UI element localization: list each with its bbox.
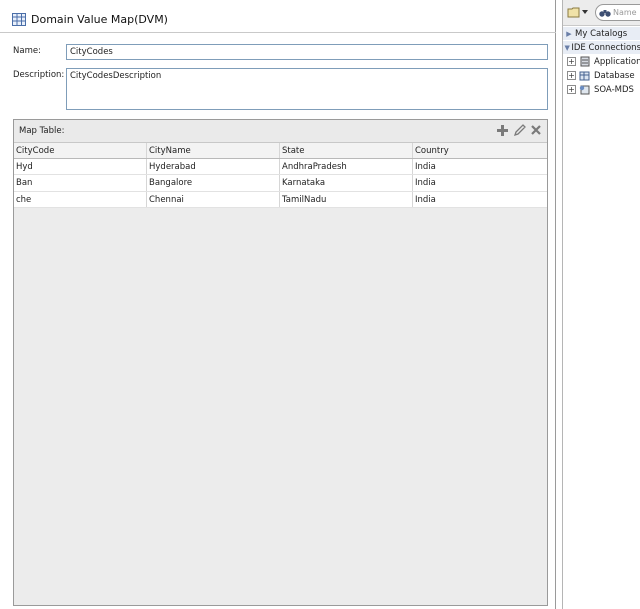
table-cell[interactable]: AndhraPradesh (280, 158, 413, 174)
map-table-header: Map Table: (14, 120, 547, 142)
table-cell[interactable]: India (413, 159, 547, 175)
table-cell[interactable]: Karnataka (280, 175, 413, 191)
description-field[interactable]: CityCodesDescription (66, 68, 548, 110)
dvm-editor: Domain Value Map(DVM) Name: CityCodes De… (0, 0, 556, 609)
table-cell[interactable]: India (413, 175, 547, 191)
edit-button[interactable] (512, 123, 526, 137)
editor-title: Domain Value Map(DVM) (31, 12, 168, 26)
database-icon (579, 71, 590, 81)
column-header-state[interactable]: State (280, 143, 413, 158)
editor-title-row: Domain Value Map(DVM) (12, 10, 168, 28)
folder-icon (567, 7, 580, 18)
table-cell[interactable]: Hyderabad (147, 158, 280, 174)
table-cell[interactable]: Chennai (147, 191, 280, 207)
section-label: IDE Connections (571, 42, 640, 53)
table-row[interactable]: Ban Bangalore Karnataka India (14, 175, 547, 192)
tree-item-label: Application (594, 56, 640, 67)
application-server-icon (580, 56, 590, 67)
resource-toolbar: Name (563, 0, 640, 26)
table-cell[interactable]: India (413, 192, 547, 208)
tree-item-soa-mds[interactable]: + SOA-MDS (567, 83, 634, 96)
pencil-icon (513, 123, 526, 136)
section-label: My Catalogs (575, 28, 628, 39)
table-cell[interactable]: Bangalore (147, 175, 280, 191)
table-row[interactable]: Hyd Hyderabad AndhraPradesh India (14, 158, 547, 175)
resource-palette: Name ▶ My Catalogs ▼ IDE Connections + A… (562, 0, 640, 609)
map-table-toolbar (495, 123, 543, 137)
tree-item-application[interactable]: + Application (567, 55, 640, 68)
column-header-citycode[interactable]: CityCode (14, 143, 147, 158)
binoculars-icon (599, 9, 611, 17)
dvm-table-icon (12, 12, 26, 26)
tree-item-label: SOA-MDS (594, 84, 634, 95)
map-table-label: Map Table: (19, 126, 65, 136)
expand-plus-icon[interactable]: + (567, 85, 576, 94)
tree-item-database[interactable]: + Database (567, 69, 635, 82)
title-divider (0, 32, 556, 33)
description-label: Description: (13, 70, 65, 80)
map-table-grid: CityCode CityName State Country Hyd Hyde… (14, 142, 547, 208)
search-placeholder: Name (613, 8, 637, 17)
name-label: Name: (13, 46, 41, 56)
column-header-cityname[interactable]: CityName (147, 143, 280, 158)
collapse-arrow-icon: ▼ (564, 43, 570, 52)
description-field-value: CityCodesDescription (70, 71, 162, 81)
expand-arrow-icon: ▶ (566, 29, 572, 38)
expand-plus-icon[interactable]: + (567, 57, 576, 66)
delete-button[interactable] (529, 123, 543, 137)
map-table-header-row: CityCode CityName State Country (14, 142, 547, 159)
map-table-panel: Map Table: CityCode CityName State Count… (13, 119, 548, 606)
search-input[interactable]: Name (595, 4, 640, 21)
delete-icon (531, 125, 541, 135)
name-field-value: CityCodes (70, 47, 113, 57)
table-cell[interactable]: Ban (14, 175, 147, 191)
soa-mds-icon (579, 85, 590, 95)
expand-plus-icon[interactable]: + (567, 71, 576, 80)
section-ide-connections[interactable]: ▼ IDE Connections (563, 41, 640, 54)
table-cell[interactable]: che (14, 191, 147, 207)
add-button[interactable] (495, 123, 509, 137)
column-header-country[interactable]: Country (413, 143, 547, 158)
section-my-catalogs[interactable]: ▶ My Catalogs (563, 27, 640, 40)
new-catalog-button[interactable] (567, 6, 588, 18)
table-row[interactable]: che Chennai TamilNadu India (14, 191, 547, 208)
table-cell[interactable]: Hyd (14, 158, 147, 174)
table-cell[interactable]: TamilNadu (280, 191, 413, 207)
chevron-down-icon (582, 10, 588, 14)
tree-item-label: Database (594, 70, 635, 81)
add-icon (496, 124, 508, 136)
name-field[interactable]: CityCodes (66, 44, 548, 60)
